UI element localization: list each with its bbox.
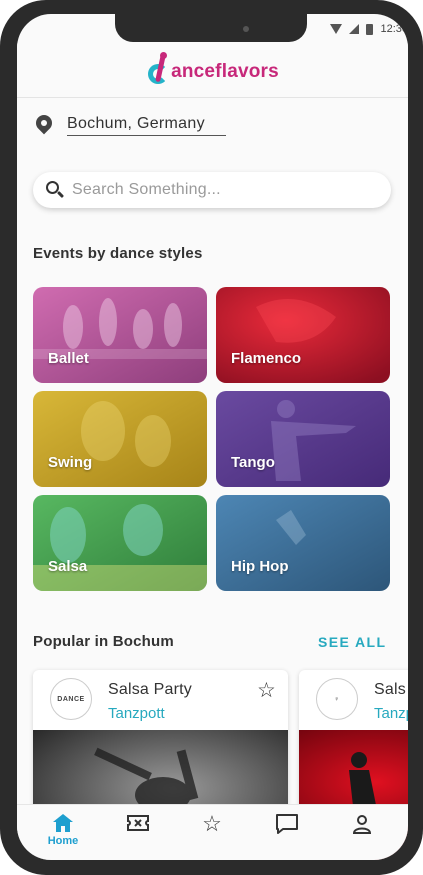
app-header: anceflavors [17, 42, 408, 98]
venue-logo-text: DANCE [57, 695, 85, 703]
app-screen: 12:30 anceflavors Bochum, Germany Events… [17, 14, 408, 860]
nav-home-label: Home [47, 835, 79, 847]
phone-frame: 12:30 anceflavors Bochum, Germany Events… [0, 0, 423, 875]
venue-logo: DANCE [50, 678, 92, 720]
profile-icon [352, 815, 372, 834]
camera-notch [115, 14, 307, 42]
dance-styles-heading: Events by dance styles [33, 245, 203, 262]
see-all-link[interactable]: SEE ALL [318, 634, 386, 650]
wifi-icon [330, 24, 343, 34]
location-selector[interactable]: Bochum, Germany [32, 111, 226, 136]
location-pin-icon [32, 111, 56, 136]
salsa-image [33, 495, 207, 591]
style-tile-salsa[interactable]: Salsa [33, 495, 207, 591]
style-tile-label: Salsa [48, 558, 88, 575]
flamenco-image [216, 287, 390, 383]
event-title: Sals [374, 681, 406, 698]
nav-profile[interactable] [332, 813, 392, 857]
location-value[interactable]: Bochum, Germany [67, 115, 226, 136]
status-bar: 12:30 [330, 20, 408, 38]
style-tile-hip-hop[interactable]: Hip Hop [216, 495, 390, 591]
star-icon: ☆ [202, 811, 222, 836]
style-tile-label: Ballet [48, 350, 89, 367]
nav-favorites[interactable]: ☆ [182, 813, 242, 857]
hip-hop-image [216, 495, 390, 591]
event-venue[interactable]: Tanzp [374, 705, 408, 722]
style-tile-flamenco[interactable]: Flamenco [216, 287, 390, 383]
signal-icon [349, 24, 360, 34]
logo-text: anceflavors [171, 60, 279, 82]
popular-heading: Popular in Bochum [33, 633, 174, 650]
star-outline-icon[interactable]: ☆ [257, 680, 276, 701]
style-tile-label: Tango [231, 454, 275, 471]
style-tile-tango[interactable]: Tango [216, 391, 390, 487]
bottom-navigation: Home ☆ [17, 804, 408, 860]
battery-icon [366, 23, 374, 35]
event-venue[interactable]: Tanzpott [108, 705, 165, 722]
chat-icon [276, 814, 298, 834]
swing-image [33, 391, 207, 487]
dancer-logo-icon [146, 51, 172, 88]
status-time: 12:30 [380, 23, 408, 35]
app-logo[interactable]: anceflavors [146, 51, 279, 88]
search-input[interactable] [72, 181, 372, 199]
style-tile-ballet[interactable]: Ballet [33, 287, 207, 383]
venue-logo: ♀ [316, 678, 358, 720]
style-tile-label: Swing [48, 454, 93, 471]
nav-messages[interactable] [257, 813, 317, 857]
ticket-icon [127, 815, 149, 831]
event-title: Salsa Party [108, 681, 193, 698]
nav-home[interactable]: Home [33, 813, 93, 857]
search-bar[interactable] [33, 172, 391, 208]
ballet-image [33, 287, 207, 383]
home-icon [53, 814, 73, 832]
dancer-logo-icon: ♀ [334, 695, 340, 703]
style-tile-label: Flamenco [231, 350, 302, 367]
style-tile-swing[interactable]: Swing [33, 391, 207, 487]
style-tile-label: Hip Hop [231, 558, 289, 575]
tango-image [216, 391, 390, 487]
nav-tickets[interactable] [108, 813, 168, 857]
search-icon [45, 180, 65, 200]
